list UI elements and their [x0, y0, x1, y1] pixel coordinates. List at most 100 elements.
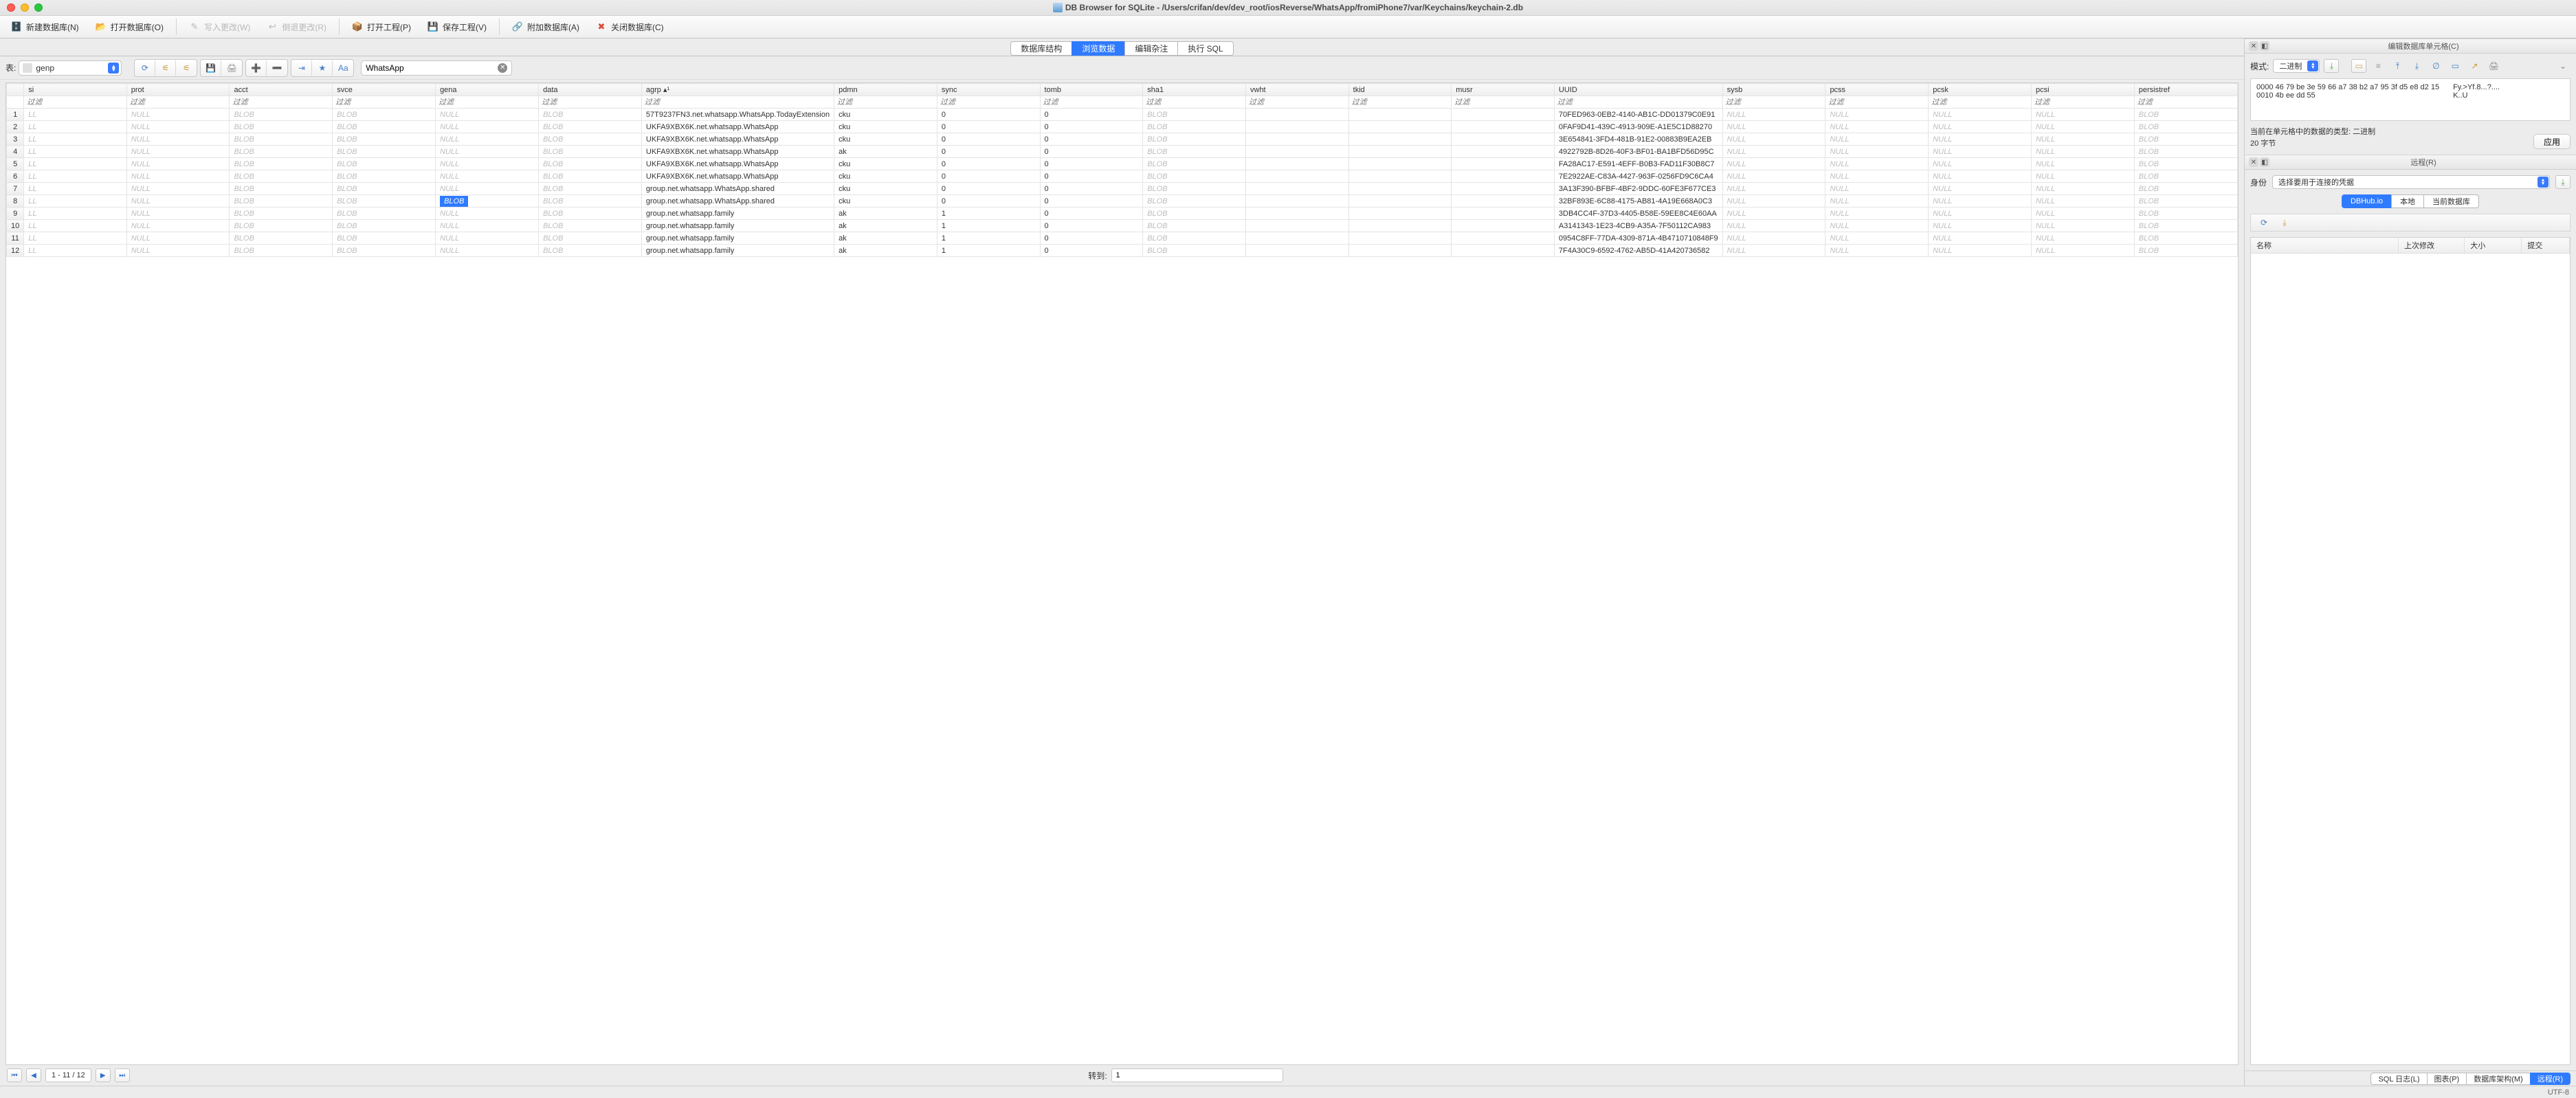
row-number[interactable]: 8 [7, 195, 24, 208]
hex-view[interactable]: 0000 46 79 be 3e 59 66 a7 38 b2 a7 95 3f… [2250, 78, 2571, 121]
cell-tomb[interactable]: 0 [1040, 220, 1143, 232]
cell-pcsk[interactable]: NULL [1929, 146, 2032, 158]
cell-si[interactable]: LL [24, 183, 126, 195]
import-button[interactable]: ⤓ [2324, 59, 2339, 73]
tab-pragma[interactable]: 编辑杂注 [1124, 41, 1178, 56]
column-header[interactable]: pdmn [834, 84, 937, 96]
cell-pdmn[interactable]: ak [834, 146, 937, 158]
cell-pcsi[interactable]: NULL [2031, 146, 2134, 158]
cell-sysb[interactable]: NULL [1722, 220, 1825, 232]
new-record-button[interactable]: ➕ [246, 60, 267, 76]
cell-vwht[interactable] [1246, 109, 1349, 121]
cell-pcss[interactable]: NULL [1825, 170, 1929, 183]
col-name[interactable]: 名称 [2251, 238, 2399, 253]
column-header[interactable]: tkid [1348, 84, 1452, 96]
cell-musr[interactable] [1452, 158, 1555, 170]
cell-sha1[interactable]: BLOB [1143, 183, 1246, 195]
cell-persist[interactable]: BLOB [2134, 220, 2237, 232]
cell-tomb[interactable]: 0 [1040, 133, 1143, 146]
column-filter-input[interactable] [1726, 98, 1823, 107]
table-row[interactable]: 4LLNULLBLOBBLOBNULLBLOBUKFA9XBX6K.net.wh… [7, 146, 2238, 158]
cell-tkid[interactable] [1348, 232, 1452, 245]
column-filter-input[interactable] [940, 98, 1037, 107]
cell-tkid[interactable] [1348, 146, 1452, 158]
cell-si[interactable]: LL [24, 146, 126, 158]
row-number[interactable]: 3 [7, 133, 24, 146]
cell-tkid[interactable] [1348, 121, 1452, 133]
cell-pdmn[interactable]: cku [834, 121, 937, 133]
cell-sync[interactable]: 1 [937, 208, 1040, 220]
row-number[interactable]: 6 [7, 170, 24, 183]
cell-uuid[interactable]: 32BF893E-6C88-4175-AB81-4A19E668A0C3 [1554, 195, 1722, 208]
cell-musr[interactable] [1452, 133, 1555, 146]
row-number[interactable]: 2 [7, 121, 24, 133]
cell-vwht[interactable] [1246, 245, 1349, 257]
cell-prot[interactable]: NULL [126, 232, 230, 245]
cell-si[interactable]: LL [24, 220, 126, 232]
column-filter-input[interactable] [2034, 98, 2131, 107]
cell-data[interactable]: BLOB [539, 195, 642, 208]
cell-prot[interactable]: NULL [126, 133, 230, 146]
cell-pcss[interactable]: NULL [1825, 232, 1929, 245]
bottom-tab-sql-log[interactable]: SQL 日志(L) [2370, 1073, 2427, 1085]
column-header[interactable]: sha1 [1143, 84, 1246, 96]
cell-musr[interactable] [1452, 232, 1555, 245]
column-header[interactable]: musr [1452, 84, 1555, 96]
remote-table[interactable]: 名称 上次修改 大小 提交 [2250, 237, 2571, 1065]
cell-pcsk[interactable]: NULL [1929, 121, 2032, 133]
cell-prot[interactable]: NULL [126, 158, 230, 170]
cell-pcsi[interactable]: NULL [2031, 245, 2134, 257]
column-filter-input[interactable] [1146, 98, 1243, 107]
cell-vwht[interactable] [1246, 232, 1349, 245]
cell-sysb[interactable]: NULL [1722, 109, 1825, 121]
cell-uuid[interactable]: 7F4A30C9-6592-4762-AB5D-41A420736582 [1554, 245, 1722, 257]
column-filter-input[interactable] [1828, 98, 1925, 107]
row-number[interactable]: 10 [7, 220, 24, 232]
cell-gena[interactable]: NULL [436, 170, 539, 183]
cell-prot[interactable]: NULL [126, 146, 230, 158]
open-project-button[interactable]: 📦打开工程(P) [345, 19, 418, 35]
set-null-button[interactable]: ∅ [2428, 59, 2443, 73]
row-number[interactable]: 4 [7, 146, 24, 158]
column-header[interactable]: si [24, 84, 126, 96]
cell-sha1[interactable]: BLOB [1143, 133, 1246, 146]
column-header[interactable]: vwht [1246, 84, 1349, 96]
column-filter-input[interactable] [1352, 98, 1449, 107]
overflow-button[interactable]: ⌄ [2555, 59, 2571, 73]
cell-pcsi[interactable]: NULL [2031, 195, 2134, 208]
cell-sha1[interactable]: BLOB [1143, 220, 1246, 232]
cell-musr[interactable] [1452, 109, 1555, 121]
cell-sync[interactable]: 0 [937, 121, 1040, 133]
remote-refresh-button[interactable]: ⟳ [2256, 216, 2272, 229]
table-row[interactable]: 2LLNULLBLOBBLOBNULLBLOBUKFA9XBX6K.net.wh… [7, 121, 2238, 133]
cell-data[interactable]: BLOB [539, 170, 642, 183]
data-table-wrap[interactable]: siprotacctsvcegenadataagrp ▴¹pdmnsynctom… [5, 82, 2239, 1065]
cell-acct[interactable]: BLOB [230, 220, 333, 232]
column-header[interactable]: pcsi [2031, 84, 2134, 96]
cell-pdmn[interactable]: cku [834, 133, 937, 146]
cell-data[interactable]: BLOB [539, 133, 642, 146]
cell-agrp[interactable]: UKFA9XBX6K.net.whatsapp.WhatsApp [641, 133, 834, 146]
cell-prot[interactable]: NULL [126, 195, 230, 208]
table-row[interactable]: 6LLNULLBLOBBLOBNULLBLOBUKFA9XBX6K.net.wh… [7, 170, 2238, 183]
cell-prot[interactable]: NULL [126, 220, 230, 232]
cell-data[interactable]: BLOB [539, 220, 642, 232]
cell-si[interactable]: LL [24, 245, 126, 257]
cell-data[interactable]: BLOB [539, 146, 642, 158]
zoom-window-button[interactable] [34, 3, 43, 12]
cell-tomb[interactable]: 0 [1040, 245, 1143, 257]
cell-vwht[interactable] [1246, 208, 1349, 220]
cell-pcsi[interactable]: NULL [2031, 121, 2134, 133]
cell-svce[interactable]: BLOB [333, 208, 436, 220]
cell-svce[interactable]: BLOB [333, 195, 436, 208]
cell-uuid[interactable]: 0FAF9D41-439C-4913-909E-A1E5C1D88270 [1554, 121, 1722, 133]
cell-acct[interactable]: BLOB [230, 133, 333, 146]
cell-tkid[interactable] [1348, 133, 1452, 146]
cell-uuid[interactable]: 7E2922AE-C83A-4427-963F-0256FD9C6CA4 [1554, 170, 1722, 183]
mode-select[interactable]: 二进制 ▲▼ [2273, 59, 2320, 73]
cell-tkid[interactable] [1348, 170, 1452, 183]
save-project-button[interactable]: 💾保存工程(V) [421, 19, 493, 35]
open-database-button[interactable]: 📂打开数据库(O) [89, 19, 170, 35]
cell-svce[interactable]: BLOB [333, 133, 436, 146]
cell-si[interactable]: LL [24, 158, 126, 170]
